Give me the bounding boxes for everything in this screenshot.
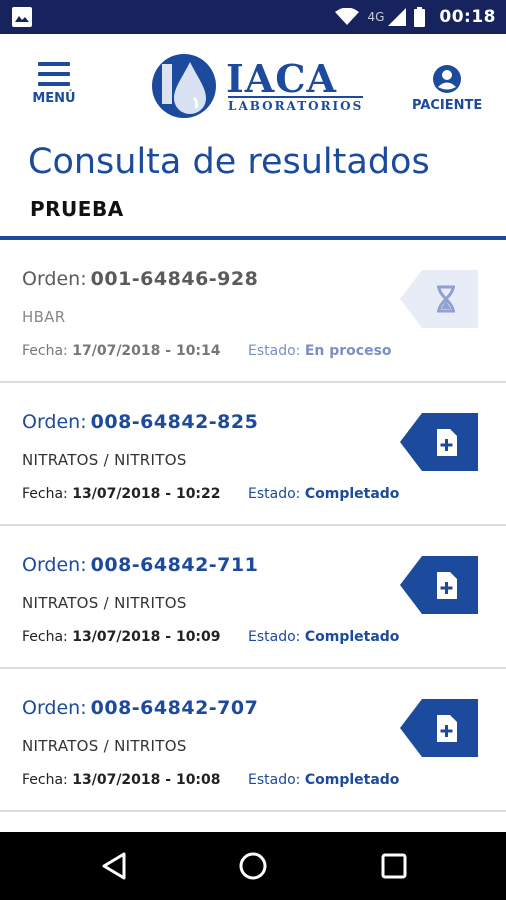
status-value: En proceso xyxy=(304,343,392,359)
date-value: 17/07/2018 - 10:14 xyxy=(72,343,221,359)
battery-icon xyxy=(414,7,426,27)
clock: 00:18 xyxy=(439,7,496,27)
test-name: NITRATOS / NITRITOS xyxy=(22,451,187,469)
date-value: 13/07/2018 - 10:08 xyxy=(72,772,221,788)
home-icon[interactable] xyxy=(237,850,269,882)
test-name: HBAR xyxy=(22,308,66,326)
logo-subtitle: LABORATORIOS xyxy=(228,96,364,113)
order-number: 008-64842-825 xyxy=(90,411,259,433)
status-label: Estado: xyxy=(248,772,301,788)
order-status: Estado: Completado xyxy=(248,629,399,645)
order-status: Estado: Completado xyxy=(248,486,399,502)
order-status: Estado: Completado xyxy=(248,772,399,788)
order-row[interactable]: Orden: 008-64842-825 NITRATOS / NITRITOS … xyxy=(0,383,506,526)
orders-list: Orden: 001-64846-928 HBAR Fecha: 17/07/20… xyxy=(0,240,506,812)
order-number: 001-64846-928 xyxy=(90,268,259,290)
order-row[interactable]: Orden: 008-64842-711 NITRATOS / NITRITOS … xyxy=(0,526,506,669)
menu-button[interactable]: MENÚ xyxy=(24,62,84,106)
logo-brand: IACA xyxy=(226,56,337,101)
app-header: MENÚ IACA LABORATORIOS PACIENTE xyxy=(0,34,506,144)
page-subtitle: PRUEBA xyxy=(30,197,124,221)
order-number: 008-64842-707 xyxy=(90,697,259,719)
status-label: Estado: xyxy=(248,629,301,645)
status-value: Completado xyxy=(304,486,400,502)
hamburger-icon xyxy=(38,62,70,86)
user-icon xyxy=(432,64,462,94)
date-value: 13/07/2018 - 10:09 xyxy=(72,629,221,645)
order-number-line: Orden: 008-64842-825 xyxy=(22,411,258,433)
order-status: Estado: En proceso xyxy=(248,343,392,359)
page-title: Consulta de resultados xyxy=(28,142,430,182)
date-label: Fecha: xyxy=(22,772,68,788)
order-date: Fecha: 13/07/2018 - 10:09 xyxy=(22,629,221,645)
status-label: Estado: xyxy=(248,343,301,359)
date-label: Fecha: xyxy=(22,343,68,359)
order-date: Fecha: 17/07/2018 - 10:14 xyxy=(22,343,221,359)
drop-logo-icon xyxy=(152,54,216,118)
order-row[interactable]: Orden: 001-64846-928 HBAR Fecha: 17/07/20… xyxy=(0,240,506,383)
image-icon xyxy=(12,7,32,27)
recents-icon[interactable] xyxy=(378,850,410,882)
order-label: Orden: xyxy=(22,411,87,433)
document-plus-icon[interactable] xyxy=(400,556,478,614)
test-name: NITRATOS / NITRITOS xyxy=(22,737,187,755)
document-plus-icon[interactable] xyxy=(400,699,478,757)
status-value: Completado xyxy=(304,629,400,645)
order-label: Orden: xyxy=(22,554,87,576)
order-row[interactable]: Orden: 008-64842-707 NITRATOS / NITRITOS … xyxy=(0,669,506,812)
order-number: 008-64842-711 xyxy=(90,554,259,576)
network-type: 4G xyxy=(367,10,385,24)
patient-button[interactable]: PACIENTE xyxy=(412,64,482,113)
iaca-logo: IACA LABORATORIOS xyxy=(152,54,364,120)
signal-icon xyxy=(388,8,407,26)
status-bar: 4G 00:18 xyxy=(0,0,506,34)
menu-label: MENÚ xyxy=(32,91,76,106)
order-date: Fecha: 13/07/2018 - 10:22 xyxy=(22,486,221,502)
order-label: Orden: xyxy=(22,268,87,290)
document-plus-icon[interactable] xyxy=(400,413,478,471)
order-number-line: Orden: 001-64846-928 xyxy=(22,268,258,290)
order-number-line: Orden: 008-64842-711 xyxy=(22,554,258,576)
patient-label: PACIENTE xyxy=(412,98,483,113)
status-value: Completado xyxy=(304,772,400,788)
date-label: Fecha: xyxy=(22,629,68,645)
order-number-line: Orden: 008-64842-707 xyxy=(22,697,258,719)
system-nav-bar xyxy=(0,832,506,900)
back-icon[interactable] xyxy=(98,850,130,882)
status-label: Estado: xyxy=(248,486,301,502)
hourglass-icon[interactable] xyxy=(400,270,478,328)
order-date: Fecha: 13/07/2018 - 10:08 xyxy=(22,772,221,788)
test-name: NITRATOS / NITRITOS xyxy=(22,594,187,612)
date-value: 13/07/2018 - 10:22 xyxy=(72,486,221,502)
wifi-icon xyxy=(335,8,360,25)
date-label: Fecha: xyxy=(22,486,68,502)
order-label: Orden: xyxy=(22,697,87,719)
